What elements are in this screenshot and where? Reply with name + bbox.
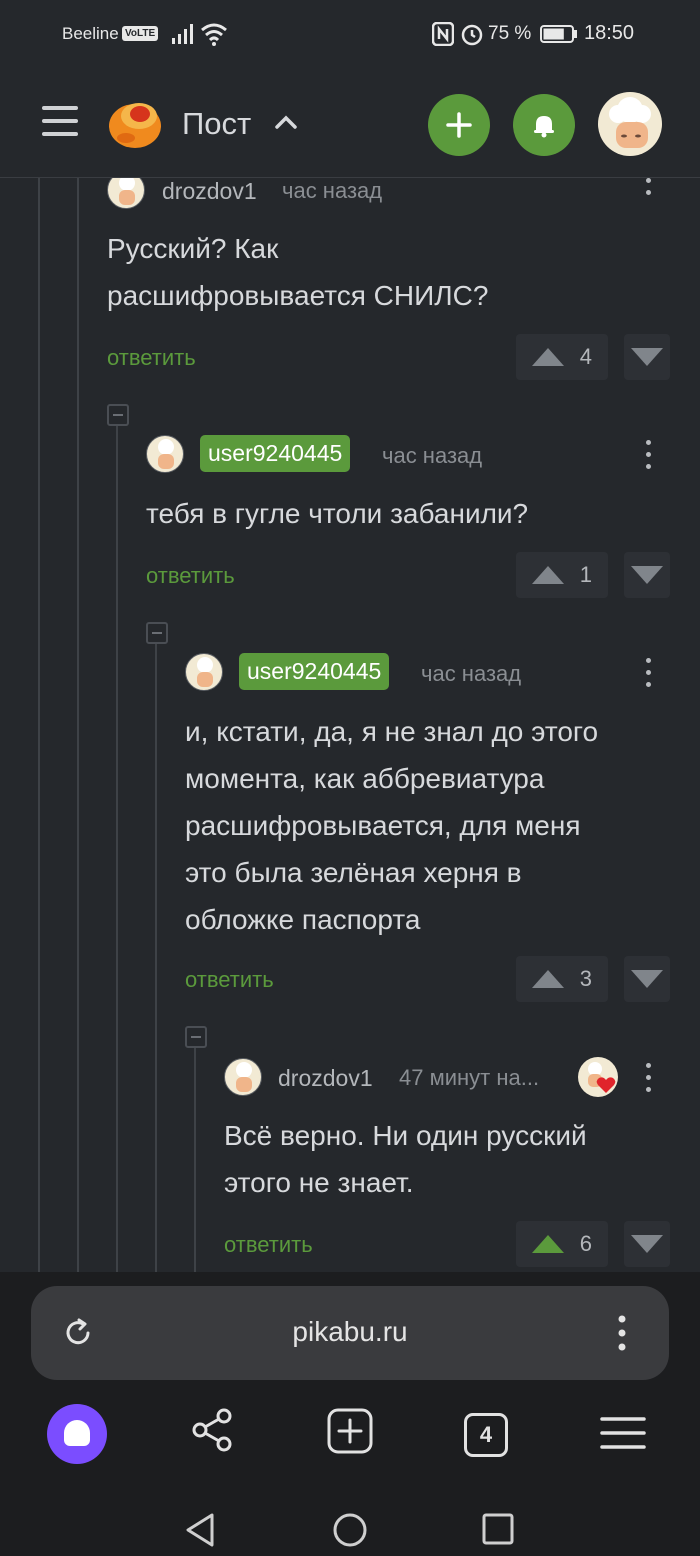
signal-icon: [172, 24, 193, 44]
arrow-up-icon: [532, 348, 564, 366]
avatar-chef-icon: [609, 97, 651, 148]
arrow-down-icon: [631, 348, 663, 366]
downvote-button[interactable]: [624, 334, 670, 380]
vote-count: 1: [579, 562, 592, 587]
reply-link[interactable]: ответить: [224, 1232, 313, 1258]
more-icon[interactable]: [617, 1314, 627, 1352]
comment-time: час назад: [282, 178, 383, 203]
comment-author[interactable]: drozdov1: [162, 178, 257, 205]
chevron-up-icon[interactable]: [274, 112, 298, 132]
clock: 18:50: [584, 22, 635, 44]
system-nav-bar: [0, 1482, 700, 1556]
comment-thread: drozdov1 час назад Русский? Как расшифро…: [0, 178, 700, 1272]
avatar[interactable]: [224, 1058, 262, 1096]
back-icon[interactable]: [184, 1512, 216, 1548]
arrow-up-icon: [532, 1235, 564, 1253]
thread-line: [77, 178, 79, 1272]
add-post-button[interactable]: [428, 94, 490, 156]
downvote-button[interactable]: [624, 552, 670, 598]
upvote-button[interactable]: 3: [516, 956, 608, 1002]
app-header: Пост: [0, 70, 700, 178]
plus-icon: [446, 112, 472, 138]
thread-line: [38, 178, 40, 1272]
arrow-up-icon: [532, 970, 564, 988]
carrier-name: Beeline: [62, 24, 119, 43]
collapse-toggle[interactable]: [146, 622, 168, 644]
vote-count: 6: [579, 1231, 592, 1256]
comment-text: Русский? Как расшифровывается СНИЛС?: [107, 233, 489, 311]
volte-badge: VoLTE: [122, 26, 159, 41]
collapse-toggle[interactable]: [185, 1026, 207, 1048]
comment-time: 47 минут на...: [399, 1065, 540, 1090]
avatar-chef-icon: [119, 178, 135, 205]
more-icon[interactable]: [645, 1063, 653, 1097]
comment-time: час назад: [382, 443, 483, 468]
downvote-button[interactable]: [624, 956, 670, 1002]
reply-link[interactable]: ответить: [185, 967, 274, 993]
home-icon[interactable]: [332, 1512, 368, 1548]
avatar[interactable]: [185, 653, 223, 691]
bell-icon: [534, 116, 554, 138]
comment-text: тебя в гугле чтоли забанили?: [146, 498, 529, 529]
battery-percent: 75 %: [488, 23, 532, 44]
comment-author-badge[interactable]: user9240445: [200, 435, 351, 472]
thread-line: [116, 418, 118, 1272]
comment-author-badge[interactable]: user9240445: [239, 653, 390, 690]
heart-icon: [588, 1062, 616, 1093]
more-icon[interactable]: [645, 658, 653, 692]
browser-menu-icon[interactable]: [600, 1416, 646, 1450]
notifications-button[interactable]: [513, 94, 575, 156]
alice-assistant-icon[interactable]: [47, 1404, 107, 1464]
menu-icon[interactable]: [42, 106, 78, 138]
more-icon[interactable]: [645, 440, 653, 474]
reply-link[interactable]: ответить: [146, 563, 235, 589]
new-tab-icon[interactable]: [327, 1408, 373, 1454]
arrow-up-icon: [532, 566, 564, 584]
avatar[interactable]: [107, 178, 145, 209]
upvote-button[interactable]: 1: [516, 552, 608, 598]
url-text[interactable]: pikabu.ru: [31, 1316, 669, 1348]
comment-text: Всё верно. Ни один русский этого не знае…: [224, 1120, 587, 1198]
downvote-button[interactable]: [624, 1221, 670, 1267]
upvote-button[interactable]: 6: [516, 1221, 608, 1267]
battery-icon: [540, 25, 577, 43]
reaction-avatar[interactable]: [578, 1057, 618, 1097]
vote-count: 4: [579, 344, 592, 369]
wifi-icon: [201, 23, 227, 46]
avatar-chef-icon: [236, 1062, 252, 1092]
alarm-icon: [461, 24, 483, 46]
thread-line: [194, 1040, 196, 1272]
thread-line: [155, 636, 157, 1272]
reply-link[interactable]: ответить: [107, 345, 196, 371]
arrow-down-icon: [631, 566, 663, 584]
profile-avatar[interactable]: [598, 92, 662, 156]
comment-author[interactable]: drozdov1: [278, 1065, 373, 1092]
arrow-down-icon: [631, 1235, 663, 1253]
avatar-chef-icon: [158, 439, 174, 469]
browser-toolbar: pikabu.ru 4: [0, 1272, 700, 1556]
comment-time: час назад: [421, 661, 522, 686]
vote-count: 3: [579, 966, 592, 991]
arrow-down-icon: [631, 970, 663, 988]
recents-icon[interactable]: [482, 1513, 514, 1545]
more-icon[interactable]: [645, 178, 653, 212]
nfc-icon: [432, 22, 454, 46]
collapse-toggle[interactable]: [107, 404, 129, 426]
pikabu-logo[interactable]: [106, 96, 164, 150]
status-bar: Beeline VoLTE 75 % 18:50: [0, 0, 700, 70]
address-bar[interactable]: pikabu.ru: [31, 1286, 669, 1380]
tabs-count-button[interactable]: 4: [464, 1413, 508, 1457]
page-title[interactable]: Пост: [182, 106, 251, 142]
avatar-chef-icon: [197, 657, 213, 687]
share-icon[interactable]: [190, 1408, 234, 1452]
comment-text: и, кстати, да, я не знал до этого момент…: [185, 716, 599, 935]
upvote-button[interactable]: 4: [516, 334, 608, 380]
avatar[interactable]: [146, 435, 184, 473]
